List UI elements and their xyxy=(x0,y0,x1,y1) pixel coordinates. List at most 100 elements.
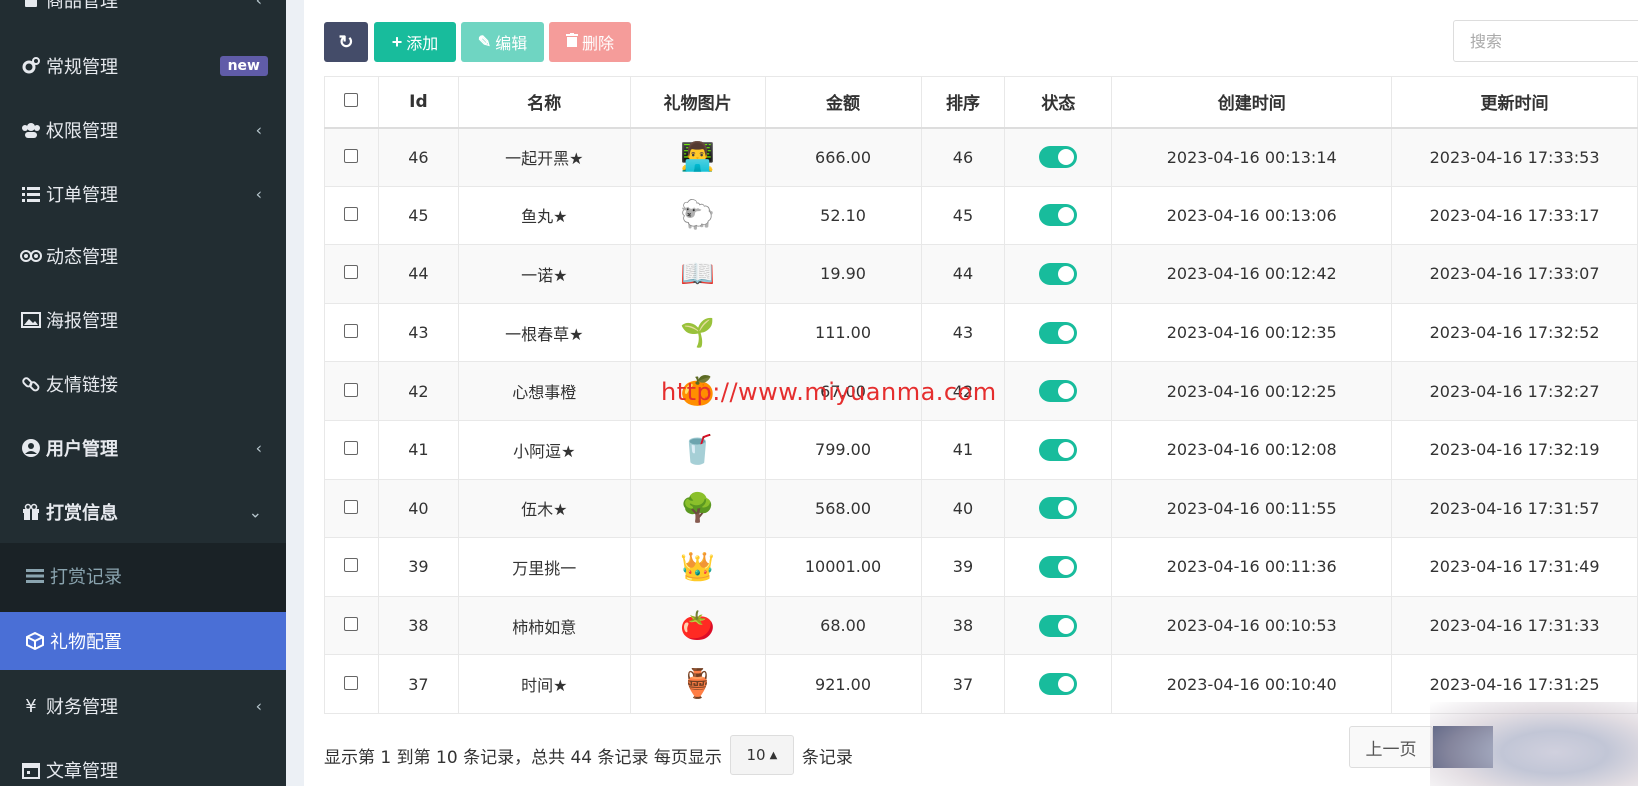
status-toggle[interactable] xyxy=(1039,146,1078,169)
row-checkbox[interactable] xyxy=(344,148,359,163)
sidebar-item-orders[interactable]: 订单管理 ‹ xyxy=(0,166,286,222)
header-name[interactable]: 名称 xyxy=(457,76,631,129)
sidebar-item-finance[interactable]: ¥ 财务管理 ‹ xyxy=(0,678,286,734)
edit-button[interactable]: ✎ 编辑 xyxy=(461,22,544,62)
cell-image[interactable]: 👑 xyxy=(629,537,766,597)
status-toggle[interactable] xyxy=(1039,380,1078,403)
sidebar-item-dynamics[interactable]: 动态管理 xyxy=(0,228,286,284)
row-checkbox[interactable] xyxy=(344,206,359,221)
status-toggle[interactable] xyxy=(1039,321,1078,344)
row-select-cell[interactable] xyxy=(324,127,379,187)
table-row[interactable]: 45 鱼丸★ 🐑 52.10 45 2023-04-16 00:13:06 20… xyxy=(324,185,1638,246)
cell-status[interactable] xyxy=(1004,654,1113,714)
cell-image[interactable]: 🥤 xyxy=(629,419,766,480)
cell-status[interactable] xyxy=(1004,361,1113,421)
table-row[interactable]: 46 一起开黑★ 👨‍💻 666.00 46 2023-04-16 00:13:… xyxy=(324,127,1638,187)
status-toggle[interactable] xyxy=(1039,555,1078,578)
table-row[interactable]: 44 一诺★ 📖 19.90 44 2023-04-16 00:12:42 20… xyxy=(324,244,1638,304)
cell-created: 2023-04-16 00:12:42 xyxy=(1111,244,1393,304)
gift-image[interactable]: 🐑 xyxy=(678,195,718,235)
page-size-select[interactable]: 10 ▲ xyxy=(729,735,794,775)
table-row[interactable]: 40 伍木★ 🌳 568.00 40 2023-04-16 00:11:55 2… xyxy=(324,478,1638,539)
sidebar-item-users[interactable]: 用户管理 ‹ xyxy=(0,420,286,476)
header-select-all[interactable] xyxy=(324,76,379,129)
cell-status[interactable] xyxy=(1004,595,1113,656)
row-select-cell[interactable] xyxy=(324,361,379,421)
cell-image[interactable]: 👨‍💻 xyxy=(629,127,766,187)
select-all-checkbox[interactable] xyxy=(344,92,359,107)
header-id[interactable]: Id xyxy=(377,76,459,129)
row-checkbox[interactable] xyxy=(344,324,359,339)
row-select-cell[interactable] xyxy=(324,419,379,480)
cell-image[interactable]: 📖 xyxy=(629,244,766,304)
row-select-cell[interactable] xyxy=(324,244,379,304)
row-select-cell[interactable] xyxy=(324,537,379,597)
refresh-button[interactable]: ↻ xyxy=(324,22,368,62)
sidebar-item-posters[interactable]: 海报管理 xyxy=(0,292,286,348)
gift-image[interactable]: 📖 xyxy=(678,254,718,294)
sidebar-item-gift-config[interactable]: 礼物配置 xyxy=(0,612,286,670)
cell-image[interactable]: 🐑 xyxy=(629,185,766,246)
row-checkbox[interactable] xyxy=(344,382,359,397)
cell-status[interactable] xyxy=(1004,537,1113,597)
cell-status[interactable] xyxy=(1004,419,1113,480)
cell-status[interactable] xyxy=(1004,185,1113,246)
header-updated[interactable]: 更新时间 xyxy=(1391,76,1638,129)
cell-image[interactable]: 🌳 xyxy=(629,478,766,539)
cell-status[interactable] xyxy=(1004,302,1113,363)
table-row[interactable]: 39 万里挑一 👑 10001.00 39 2023-04-16 00:11:3… xyxy=(324,537,1638,597)
search-input[interactable] xyxy=(1453,20,1638,62)
status-toggle[interactable] xyxy=(1039,204,1078,227)
gift-image[interactable]: 🥤 xyxy=(678,430,718,470)
row-checkbox[interactable] xyxy=(344,441,359,456)
gift-image[interactable]: 👑 xyxy=(678,547,718,587)
cell-status[interactable] xyxy=(1004,478,1113,539)
sidebar-item-articles[interactable]: 文章管理 xyxy=(0,742,286,786)
sidebar-item-rewards[interactable]: 打赏信息 ⌄ xyxy=(0,484,286,540)
sidebar-item-goods[interactable]: 商品管理 ‹ xyxy=(0,0,286,28)
row-select-cell[interactable] xyxy=(324,595,379,656)
row-select-cell[interactable] xyxy=(324,654,379,714)
row-select-cell[interactable] xyxy=(324,478,379,539)
row-checkbox[interactable] xyxy=(344,617,359,632)
header-sort[interactable]: 排序 xyxy=(920,76,1006,129)
sidebar-item-links[interactable]: 友情链接 xyxy=(0,356,286,412)
row-checkbox[interactable] xyxy=(344,675,359,690)
status-toggle[interactable] xyxy=(1039,614,1078,637)
status-toggle[interactable] xyxy=(1039,673,1078,696)
sidebar-item-general[interactable]: 常规管理 new xyxy=(0,38,286,94)
cell-amount: 19.90 xyxy=(764,244,922,304)
sidebar-item-permissions[interactable]: 权限管理 ‹ xyxy=(0,102,286,158)
row-checkbox[interactable] xyxy=(344,499,359,514)
gift-image[interactable]: 🏺 xyxy=(678,664,718,704)
header-created[interactable]: 创建时间 xyxy=(1111,76,1393,129)
row-checkbox[interactable] xyxy=(344,265,359,280)
row-select-cell[interactable] xyxy=(324,302,379,363)
table-row[interactable]: 41 小阿逗★ 🥤 799.00 41 2023-04-16 00:12:08 … xyxy=(324,419,1638,480)
chevron-left-icon: ‹ xyxy=(255,0,262,10)
add-button[interactable]: + 添加 xyxy=(374,22,456,62)
chevron-left-icon: ‹ xyxy=(255,696,262,716)
cell-image[interactable]: 🌱 xyxy=(629,302,766,363)
header-amount[interactable]: 金额 xyxy=(764,76,922,129)
gift-image[interactable]: 🍅 xyxy=(678,606,718,646)
delete-button[interactable]: 删除 xyxy=(549,22,631,62)
row-select-cell[interactable] xyxy=(324,185,379,246)
status-toggle[interactable] xyxy=(1039,262,1078,285)
prev-page-button[interactable]: 上一页 xyxy=(1349,726,1433,768)
table-row[interactable]: 43 一根春草★ 🌱 111.00 43 2023-04-16 00:12:35… xyxy=(324,302,1638,363)
cell-status[interactable] xyxy=(1004,244,1113,304)
status-toggle[interactable] xyxy=(1039,497,1078,520)
gift-image[interactable]: 🌳 xyxy=(678,488,718,528)
cell-image[interactable]: 🍅 xyxy=(629,595,766,656)
status-toggle[interactable] xyxy=(1039,438,1078,461)
gift-image[interactable]: 🌱 xyxy=(678,313,718,353)
cell-id: 42 xyxy=(377,361,459,421)
cell-status[interactable] xyxy=(1004,127,1113,187)
cell-image[interactable]: 🏺 xyxy=(629,654,766,714)
gift-image[interactable]: 👨‍💻 xyxy=(678,137,718,177)
row-checkbox[interactable] xyxy=(344,558,359,573)
cell-created: 2023-04-16 00:13:06 xyxy=(1111,185,1393,246)
table-row[interactable]: 38 柿柿如意 🍅 68.00 38 2023-04-16 00:10:53 2… xyxy=(324,595,1638,656)
sidebar-item-reward-records[interactable]: 打赏记录 xyxy=(0,548,286,604)
